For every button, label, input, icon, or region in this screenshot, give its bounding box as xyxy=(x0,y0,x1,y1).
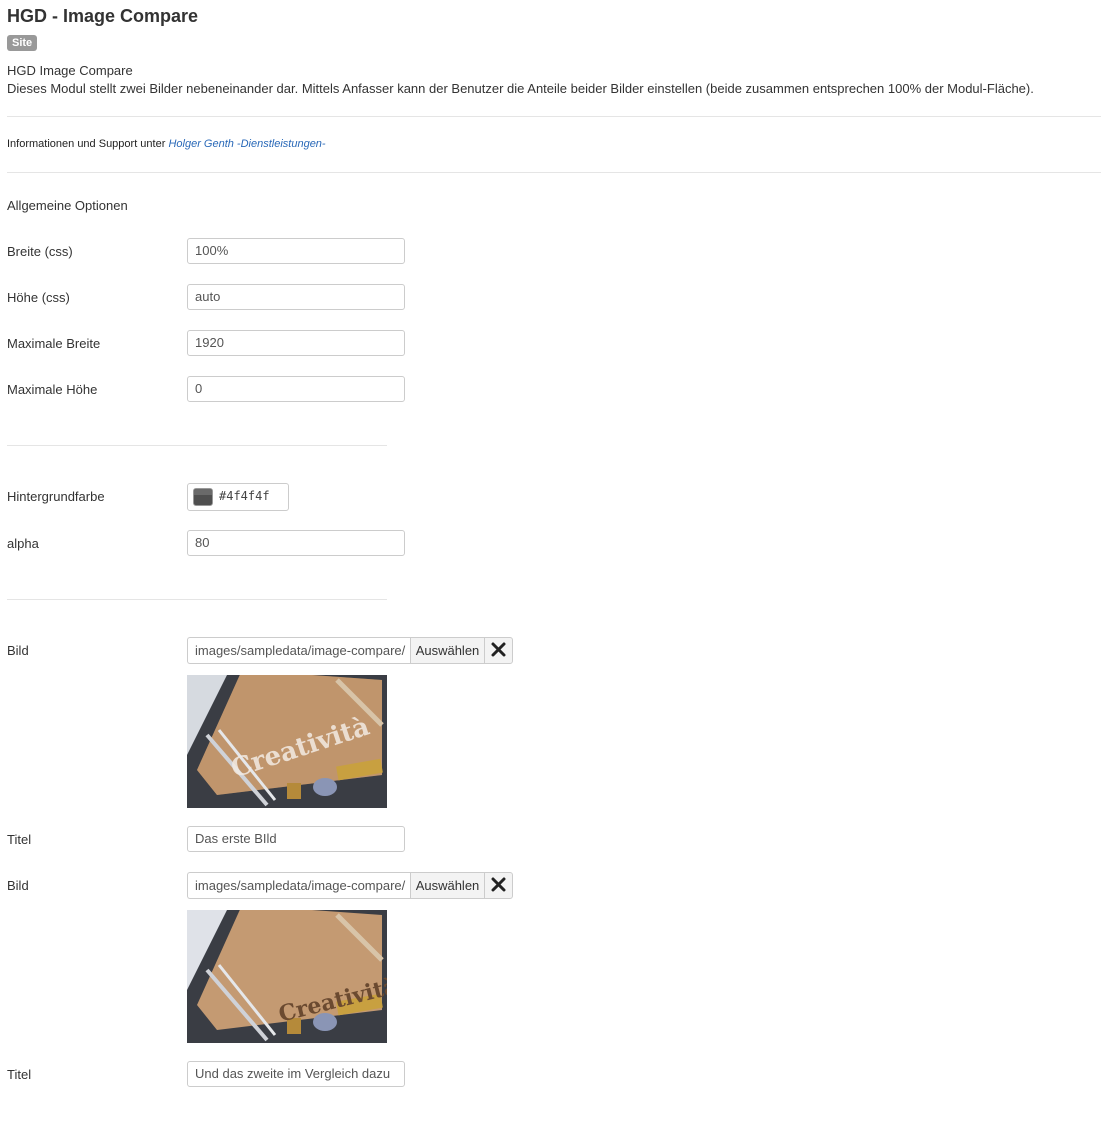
section-title: Allgemeine Optionen xyxy=(7,198,128,213)
image1-title-input[interactable]: Das erste BIld xyxy=(187,826,405,852)
max-height-input[interactable]: 0 xyxy=(187,376,405,402)
image1-label: Bild xyxy=(7,643,29,658)
width-input[interactable]: 100% xyxy=(187,238,405,264)
max-width-label: Maximale Breite xyxy=(7,336,101,351)
divider xyxy=(7,445,387,446)
image1-select-button[interactable]: Auswählen xyxy=(410,637,485,664)
height-label: Höhe (css) xyxy=(7,290,70,305)
close-icon xyxy=(491,642,506,657)
divider xyxy=(7,172,1101,173)
image1-preview: Creatività xyxy=(187,675,387,808)
module-description-block: HGD Image Compare Dieses Modul stellt zw… xyxy=(7,62,1034,98)
bgcolor-label: Hintergrundfarbe xyxy=(7,489,105,504)
image2-preview: Creatività xyxy=(187,910,387,1043)
image2-clear-button[interactable] xyxy=(484,872,513,899)
image2-title-input[interactable]: Und das zweite im Vergleich dazu xyxy=(187,1061,405,1087)
alpha-input[interactable]: 80 xyxy=(187,530,405,556)
color-swatch[interactable] xyxy=(193,488,213,506)
width-label: Breite (css) xyxy=(7,244,73,259)
image2-label: Bild xyxy=(7,878,29,893)
site-badge: Site xyxy=(7,35,38,51)
support-info: Informationen und Support unter Holger G… xyxy=(7,138,326,150)
close-icon xyxy=(491,877,506,892)
image1-clear-button[interactable] xyxy=(484,637,513,664)
divider xyxy=(7,116,1101,117)
image1-title-label: Titel xyxy=(7,832,32,847)
image2-title-label: Titel xyxy=(7,1067,32,1082)
module-description: Dieses Modul stellt zwei Bilder nebenein… xyxy=(7,81,1034,96)
image1-path-input[interactable]: images/sampledata/image-compare/ xyxy=(187,637,411,664)
page-title: HGD - Image Compare xyxy=(7,6,199,26)
image1-preview-picture: Creatività xyxy=(187,675,387,808)
height-input[interactable]: auto xyxy=(187,284,405,310)
image2-preview-picture: Creatività xyxy=(187,910,387,1043)
divider xyxy=(7,599,387,600)
image2-path-input[interactable]: images/sampledata/image-compare/ xyxy=(187,872,411,899)
alpha-label: alpha xyxy=(7,536,39,551)
bgcolor-value: #4f4f4f xyxy=(219,489,270,503)
support-link[interactable]: Holger Genth -Dienstleistungen- xyxy=(168,138,325,150)
max-height-label: Maximale Höhe xyxy=(7,382,98,397)
max-width-input[interactable]: 1920 xyxy=(187,330,405,356)
bgcolor-picker[interactable]: #4f4f4f xyxy=(187,483,289,511)
image2-select-button[interactable]: Auswählen xyxy=(410,872,485,899)
module-name: HGD Image Compare xyxy=(7,63,133,78)
support-info-text: Informationen und Support unter xyxy=(7,138,166,150)
